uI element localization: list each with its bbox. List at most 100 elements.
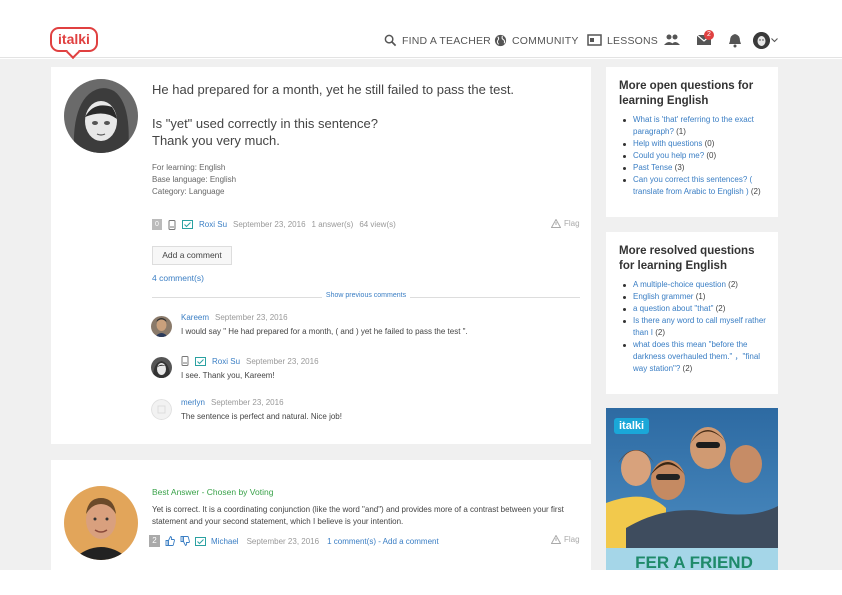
verified-icon [182,220,193,229]
nav-lessons[interactable]: LESSONS [587,34,658,47]
question-card: He had prepared for a month, yet he stil… [51,67,591,444]
sketch-portrait-image [64,79,138,153]
question-link[interactable]: A multiple-choice question [633,280,726,289]
list-item: A multiple-choice question (2) [622,279,774,291]
for-learning-label: For learning: English [152,163,226,172]
answer-comments-link[interactable]: 1 comment(s) [327,537,376,546]
question-flag-button[interactable]: Flag [551,219,580,228]
answer-count: (2) [680,364,693,373]
list-item: What is 'that' referring to the exact pa… [622,114,774,138]
nav-community-label: COMMUNITY [512,34,579,47]
question-link[interactable]: Can you correct this sentences? ( transl… [633,175,752,196]
comment-item: Kareem September 23, 2016 I would say " … [152,313,468,336]
resolved-questions-list: A multiple-choice question (2) English g… [622,279,774,375]
verified-icon [195,356,206,366]
verified-icon [195,536,206,546]
chevron-down-icon[interactable] [771,38,778,43]
answer-count: (3) [672,163,685,172]
avatar[interactable] [753,32,770,49]
question-link[interactable]: Past Tense [633,163,672,172]
comment-count-link[interactable]: 4 comment(s) [152,273,204,283]
open-questions-panel: More open questions for learning English… [606,67,778,217]
globe-icon [494,34,507,47]
comment-header: Roxi Su September 23, 2016 [152,356,319,366]
advertisement-banner[interactable]: FER A FRIEND italki [606,408,778,570]
mobile-icon [168,219,176,230]
answer-author-avatar[interactable] [64,486,138,560]
question-title: He had prepared for a month, yet he stil… [152,82,515,97]
list-item: Can you correct this sentences? ( transl… [622,174,774,198]
answer-info-row: 2 Michael September 23, 2016 1 comment(s… [149,535,439,547]
messages-badge: 2 [704,30,714,40]
question-body-line: Is "yet" used correctly in this sentence… [152,116,379,131]
answer-actions: 1 comment(s) - Add a comment [327,537,439,546]
answer-flag-button[interactable]: Flag [551,535,580,544]
comment-date: September 23, 2016 [211,398,284,407]
flag-label: Flag [564,535,580,544]
answers-count: 1 answer(s) [311,220,354,229]
separator: - [375,536,383,546]
add-comment-button[interactable]: Add a comment [152,246,232,265]
answer-count: (0) [704,151,717,160]
base-language-label: Base language: English [152,175,237,184]
open-questions-list: What is 'that' referring to the exact pa… [622,114,774,198]
bell-icon[interactable] [727,32,743,48]
comment-header: Kareem September 23, 2016 [152,313,468,322]
comment-text: I see. Thank you, Kareem! [181,371,275,380]
question-meta: For learning: English Base language: Eng… [152,162,236,198]
resolved-questions-panel: More resolved questions for learning Eng… [606,232,778,394]
answer-count: (2) [653,328,666,337]
nav-community[interactable]: COMMUNITY [494,34,579,47]
question-link[interactable]: a question about "that" [633,304,713,313]
comment-item: merlyn September 23, 2016 The sentence i… [152,398,342,421]
lessons-icon [587,34,602,46]
question-author-avatar[interactable] [64,79,138,153]
comment-date: September 23, 2016 [215,313,288,322]
answer-date: September 23, 2016 [246,536,320,546]
michael-avatar-image [64,486,138,560]
answer-add-comment-link[interactable]: Add a comment [383,537,439,546]
question-info-row: 0 Roxi Su September 23, 2016 1 answer(s)… [152,219,396,230]
comment-author-link[interactable]: Roxi Su [212,357,240,366]
category-label: Category: Language [152,187,225,196]
answer-card: Best Answer - Chosen by Voting Yet is co… [51,460,591,570]
answer-count: (0) [702,139,715,148]
question-link[interactable]: Could you help me? [633,151,704,160]
answer-author-link[interactable]: Michael [211,537,239,546]
thumbs-down-icon[interactable] [180,536,190,546]
show-previous-comments[interactable]: Show previous comments [152,292,580,302]
flag-label: Flag [564,219,580,228]
comment-date: September 23, 2016 [246,356,319,366]
list-item: Could you help me? (0) [622,150,774,162]
nav-find-teacher[interactable]: FIND A TEACHER [384,34,491,47]
answer-count: (2) [748,187,761,196]
resolved-questions-title: More resolved questions for learning Eng… [619,245,755,272]
list-item: what does this mean "before the darkness… [622,339,774,375]
comment-author-link[interactable]: Kareem [181,313,209,322]
italki-logo[interactable]: italki [50,27,98,52]
answer-text: Yet is correct. It is a coordinating con… [152,505,564,526]
list-item: English grammer (1) [622,291,774,303]
thumbs-up-icon[interactable] [165,536,175,546]
nav-find-teacher-label: FIND A TEACHER [402,34,491,47]
user-avatar-image [753,32,770,49]
mobile-icon [181,356,189,366]
question-date: September 23, 2016 [233,220,306,229]
question-link[interactable]: what does this mean "before the darkness… [633,340,760,373]
question-link[interactable]: What is 'that' referring to the exact pa… [633,115,754,136]
answer-count: (2) [713,304,726,313]
list-item: Past Tense (3) [622,162,774,174]
people-icon[interactable] [664,32,680,48]
question-link[interactable]: Help with questions [633,139,702,148]
comment-author-link[interactable]: merlyn [181,398,205,407]
views-count: 64 view(s) [359,220,396,229]
nav-lessons-label: LESSONS [607,34,659,47]
top-navigation-bar: italki FIND A TEACHER COMMUNITY LESSONS … [0,0,842,58]
answer-count: (2) [725,280,738,289]
question-link[interactable]: English grammer [633,292,693,301]
question-body-line: Thank you very much. [152,133,280,148]
show-previous-label: Show previous comments [321,292,411,299]
warning-icon [551,535,561,544]
comment-header: merlyn September 23, 2016 [152,398,342,407]
question-author-link[interactable]: Roxi Su [199,220,227,229]
